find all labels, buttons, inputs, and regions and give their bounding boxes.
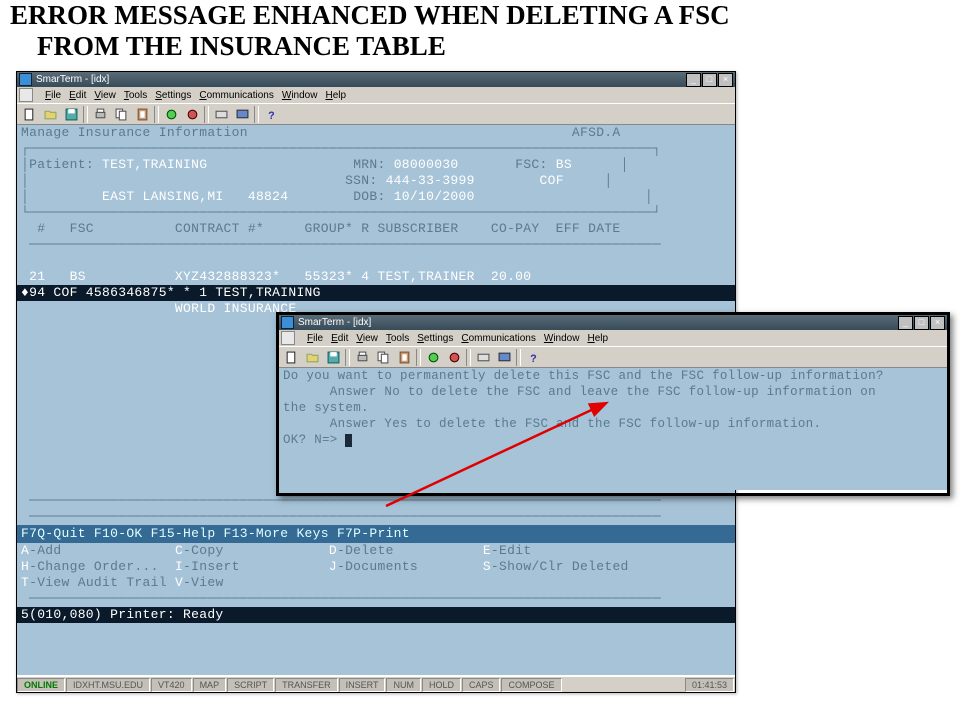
tb-print-icon[interactable] <box>352 348 372 367</box>
tb-new-icon[interactable] <box>281 348 301 367</box>
msg-line: Do you want to permanently delete this F… <box>279 368 947 384</box>
tb-help-icon[interactable]: ? <box>261 105 281 124</box>
tb-connect-icon[interactable] <box>423 348 443 367</box>
menu-tools[interactable]: Tools <box>386 333 409 344</box>
maximize-button[interactable]: □ <box>914 316 929 330</box>
menu-file[interactable]: File <box>307 333 323 344</box>
maximize-button[interactable]: □ <box>702 73 717 87</box>
toolbar: ? <box>17 103 735 125</box>
sb-insert: INSERT <box>339 678 386 692</box>
sb-emul: VT420 <box>151 678 192 692</box>
menu-settings[interactable]: Settings <box>417 333 453 344</box>
sb-host: IDXHT.MSU.EDU <box>66 678 150 692</box>
minimize-button[interactable]: _ <box>686 73 701 87</box>
tb-save-icon[interactable] <box>323 348 343 367</box>
cursor <box>345 434 352 447</box>
menu-help[interactable]: Help <box>325 90 346 101</box>
sb-map: MAP <box>193 678 227 692</box>
app-icon <box>281 316 294 329</box>
callout-arrow-icon <box>356 398 626 518</box>
sb-num: NUM <box>386 678 421 692</box>
titlebar[interactable]: SmarTerm - [idx] _ □ × <box>17 72 735 87</box>
sb-time: 01:41:53 <box>685 678 734 692</box>
menu-file[interactable]: File <box>45 90 61 101</box>
tb-save-icon[interactable] <box>61 105 81 124</box>
tb-disconnect-icon[interactable] <box>182 105 202 124</box>
mdi-icon[interactable] <box>281 331 295 345</box>
column-headers: # FSC CONTRACT #* GROUP* R SUBSCRIBER CO… <box>17 221 735 237</box>
tb-keyboard-icon[interactable] <box>473 348 493 367</box>
close-button[interactable]: × <box>930 316 945 330</box>
tb-help-icon[interactable]: ? <box>523 348 543 367</box>
sb-compose: COMPOSE <box>501 678 561 692</box>
dialog-titlebar[interactable]: SmarTerm - [idx] _ □ × <box>279 315 947 330</box>
fkey-bar[interactable]: F7Q-Quit F10-OK F15-Help F13-More Keys F… <box>17 525 735 543</box>
tb-screen-icon[interactable] <box>494 348 514 367</box>
menu-view[interactable]: View <box>356 333 378 344</box>
tb-screen-icon[interactable] <box>232 105 252 124</box>
tb-copy-icon[interactable] <box>111 105 131 124</box>
tb-paste-icon[interactable] <box>394 348 414 367</box>
dialog-window-title: SmarTerm - [idx] <box>298 317 371 328</box>
menu-edit[interactable]: Edit <box>331 333 348 344</box>
minimize-button[interactable]: _ <box>898 316 913 330</box>
menubar[interactable]: File Edit View Tools Settings Communicat… <box>17 87 735 103</box>
sb-transfer: TRANSFER <box>275 678 338 692</box>
tb-open-icon[interactable] <box>302 348 322 367</box>
dialog-menubar[interactable]: File Edit View Tools Settings Communicat… <box>279 330 947 346</box>
menu-communications[interactable]: Communications <box>199 90 274 101</box>
menu-help[interactable]: Help <box>587 333 608 344</box>
tb-disconnect-icon[interactable] <box>444 348 464 367</box>
app-icon <box>19 73 32 86</box>
menu-settings[interactable]: Settings <box>155 90 191 101</box>
table-row[interactable]: 21 BS XYZ432888323* 55323* 4 TEST,TRAINE… <box>17 269 735 285</box>
tb-paste-icon[interactable] <box>132 105 152 124</box>
tb-keyboard-icon[interactable] <box>211 105 231 124</box>
menu-view[interactable]: View <box>94 90 116 101</box>
slide-title: ERROR MESSAGE ENHANCED WHEN DELETING A F… <box>10 0 730 62</box>
bottom-status: 5(010,080) Printer: Ready <box>17 607 735 623</box>
close-button[interactable]: × <box>718 73 733 87</box>
tb-connect-icon[interactable] <box>161 105 181 124</box>
sb-online: ONLINE <box>17 678 65 692</box>
tb-open-icon[interactable] <box>40 105 60 124</box>
mdi-icon[interactable] <box>19 88 33 102</box>
menu-tools[interactable]: Tools <box>124 90 147 101</box>
sb-caps: CAPS <box>462 678 501 692</box>
menu-window[interactable]: Window <box>544 333 580 344</box>
statusbar: ONLINE IDXHT.MSU.EDU VT420 MAP SCRIPT TR… <box>17 676 735 692</box>
dialog-toolbar: ? <box>279 346 947 368</box>
sb-hold: HOLD <box>422 678 461 692</box>
window-title: SmarTerm - [idx] <box>36 74 109 85</box>
menu-edit[interactable]: Edit <box>69 90 86 101</box>
svg-text:?: ? <box>268 110 275 120</box>
menu-window[interactable]: Window <box>282 90 318 101</box>
sb-script: SCRIPT <box>227 678 274 692</box>
table-row-selected[interactable]: ♦94 COF 4586346875* * 1 TEST,TRAINING <box>17 285 735 301</box>
tb-copy-icon[interactable] <box>373 348 393 367</box>
svg-text:?: ? <box>530 353 537 363</box>
menu-communications[interactable]: Communications <box>461 333 536 344</box>
tb-new-icon[interactable] <box>19 105 39 124</box>
tb-print-icon[interactable] <box>90 105 110 124</box>
